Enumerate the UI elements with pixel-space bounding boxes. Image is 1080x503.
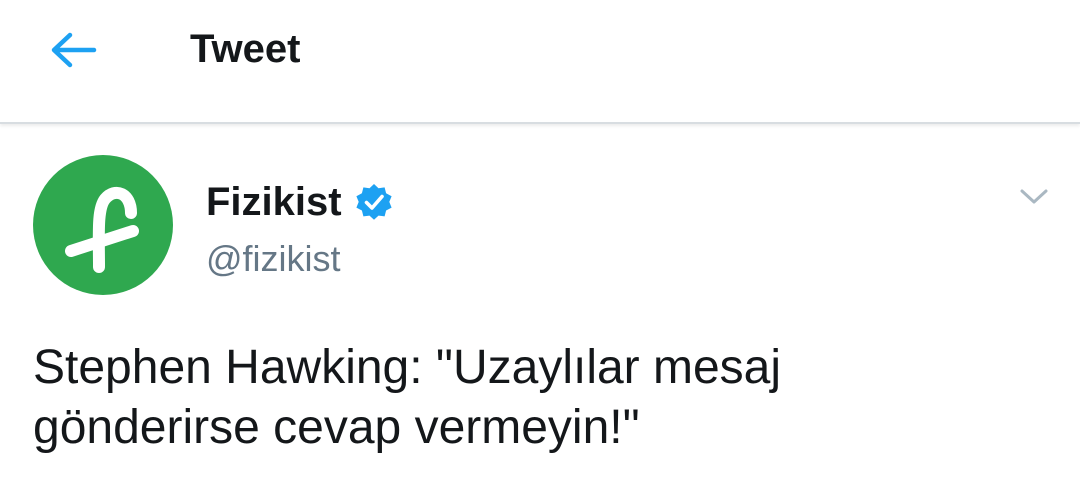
fizikist-logo-icon bbox=[65, 186, 139, 273]
display-name[interactable]: Fizikist bbox=[206, 176, 342, 228]
page-title: Tweet bbox=[190, 27, 301, 71]
chevron-down-icon bbox=[1020, 189, 1048, 204]
arrow-left-icon bbox=[51, 32, 97, 68]
top-app-bar: Tweet bbox=[0, 0, 1080, 124]
tweet-text: Stephen Hawking: "Uzaylılar mesaj gönder… bbox=[33, 341, 782, 454]
author-handle: @fizikist bbox=[206, 238, 341, 279]
tweet-menu-button[interactable] bbox=[1014, 182, 1054, 210]
back-button[interactable] bbox=[44, 26, 100, 74]
avatar[interactable] bbox=[33, 155, 173, 295]
author-name-row: Fizikist bbox=[206, 176, 394, 228]
tweet-card: Fizikist @fizikist Stephen Hawking: "Uza… bbox=[0, 124, 1080, 503]
verified-badge-icon bbox=[355, 184, 392, 220]
